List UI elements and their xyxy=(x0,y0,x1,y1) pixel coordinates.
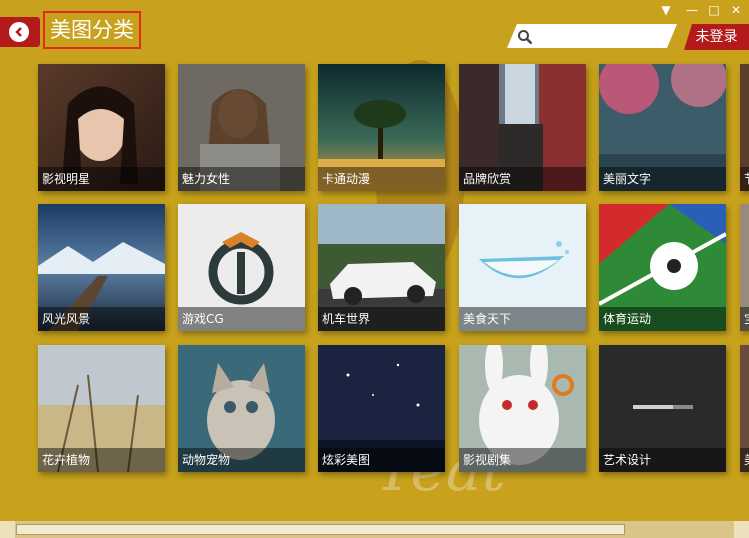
category-label: 品牌欣赏 xyxy=(459,167,586,191)
horizontal-scrollbar[interactable] xyxy=(0,521,749,538)
scroll-left-arrow-icon[interactable] xyxy=(0,521,15,538)
search-icon xyxy=(518,30,533,45)
category-tile-baby[interactable]: 宝 xyxy=(740,204,749,331)
category-label: 炫彩美图 xyxy=(318,448,445,472)
category-tile-women[interactable]: 魅力女性 xyxy=(178,64,305,191)
category-label: 游戏CG xyxy=(178,307,305,331)
category-tile-vehicles[interactable]: 机车世界 xyxy=(318,204,445,331)
chevron-left-icon xyxy=(15,27,22,37)
scroll-right-arrow-icon[interactable] xyxy=(734,521,749,538)
category-tile-colorful[interactable]: 炫彩美图 xyxy=(318,345,445,472)
category-tile-festival[interactable]: 节 xyxy=(740,64,749,191)
page-title: 美图分类 xyxy=(43,11,141,49)
category-label: 影视明星 xyxy=(38,167,165,191)
category-tile-text[interactable]: 美丽文字 xyxy=(599,64,726,191)
category-tile-celebrity[interactable]: 影视明星 xyxy=(38,64,165,191)
category-label: 体育运动 xyxy=(599,307,726,331)
scrollbar-thumb[interactable] xyxy=(16,524,625,535)
search-field[interactable] xyxy=(507,24,677,48)
category-tile-sports[interactable]: 体育运动 xyxy=(599,204,726,331)
category-tile-scenery[interactable]: 风光风景 xyxy=(38,204,165,331)
close-icon[interactable]: ✕ xyxy=(727,3,745,17)
category-tile-cartoon[interactable]: 卡通动漫 xyxy=(318,64,445,191)
category-tile-game-cg[interactable]: 游戏CG xyxy=(178,204,305,331)
category-tile-brand[interactable]: 品牌欣赏 xyxy=(459,64,586,191)
minimize-icon[interactable]: — xyxy=(683,3,701,17)
category-label: 机车世界 xyxy=(318,307,445,331)
category-tile-flowers[interactable]: 花卉植物 xyxy=(38,345,165,472)
login-button[interactable]: 未登录 xyxy=(684,24,749,50)
category-label: 花卉植物 xyxy=(38,448,165,472)
category-tile-beauty[interactable]: 美 xyxy=(740,345,749,472)
category-label: 美丽文字 xyxy=(599,167,726,191)
category-label: 卡通动漫 xyxy=(318,167,445,191)
category-label: 美食天下 xyxy=(459,307,586,331)
category-label: 动物宠物 xyxy=(178,448,305,472)
menu-dropdown-icon[interactable]: ▼ xyxy=(657,3,675,17)
category-label: 魅力女性 xyxy=(178,167,305,191)
category-label: 艺术设计 xyxy=(599,448,726,472)
category-label: 风光风景 xyxy=(38,307,165,331)
category-label: 影视剧集 xyxy=(459,448,586,472)
category-tile-art-design[interactable]: 艺术设计 xyxy=(599,345,726,472)
category-tile-pets[interactable]: 动物宠物 xyxy=(178,345,305,472)
back-button[interactable] xyxy=(0,17,40,47)
category-tile-food[interactable]: 美食天下 xyxy=(459,204,586,331)
category-label: 美 xyxy=(740,448,749,472)
maximize-icon[interactable]: □ xyxy=(705,3,723,17)
category-label: 宝 xyxy=(740,307,749,331)
category-tile-tv-series[interactable]: 影视剧集 xyxy=(459,345,586,472)
category-label: 节 xyxy=(740,167,749,191)
